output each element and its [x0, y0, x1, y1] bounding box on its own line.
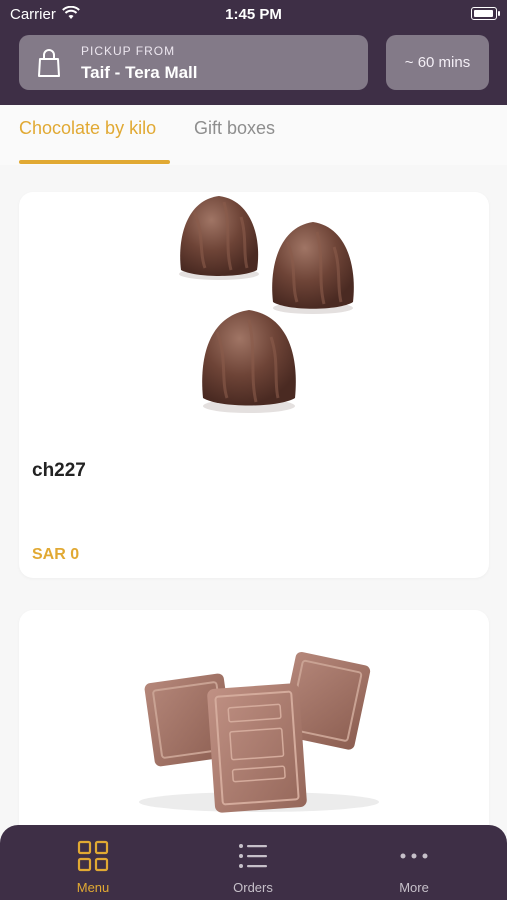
- grid-icon: [77, 840, 109, 872]
- pickup-location-button[interactable]: PICKUP FROM Taif - Tera Mall: [19, 35, 368, 90]
- tab-menu-label: Menu: [76, 880, 110, 895]
- eta-label: ~ 60 mins: [404, 54, 471, 71]
- more-icon: [400, 853, 428, 859]
- chocolate-truffles-image: [179, 196, 354, 413]
- category-tabs: Chocolate by kilo Gift boxes: [0, 105, 507, 165]
- shopping-bag-icon: [38, 49, 60, 77]
- tab-orders[interactable]: Orders: [193, 825, 313, 900]
- status-bar: Carrier 1:45 PM: [0, 0, 507, 28]
- tab-menu[interactable]: Menu: [33, 825, 153, 900]
- tab-chocolate-by-kilo[interactable]: Chocolate by kilo: [19, 118, 156, 139]
- bottom-tab-bar: Menu Orders More: [0, 825, 507, 900]
- header: Carrier 1:45 PM PICKUP FROM Taif - Tera …: [0, 0, 507, 105]
- tab-orders-label: Orders: [233, 880, 273, 895]
- chocolate-gold-bars-image: [139, 651, 379, 813]
- app-screen: Carrier 1:45 PM PICKUP FROM Taif - Tera …: [0, 0, 507, 900]
- eta-button[interactable]: ~ 60 mins: [386, 35, 489, 90]
- clock: 1:45 PM: [225, 6, 282, 23]
- tab-gift-boxes[interactable]: Gift boxes: [194, 118, 275, 139]
- product-card[interactable]: ch227 SAR 0: [19, 192, 489, 578]
- pickup-label: PICKUP FROM: [81, 44, 176, 58]
- tab-more-label: More: [399, 880, 429, 895]
- battery-level: [473, 9, 493, 17]
- tab-more[interactable]: More: [354, 825, 474, 900]
- product-name: ch227: [32, 460, 86, 481]
- store-name: Taif - Tera Mall: [81, 63, 198, 82]
- list-icon: [239, 844, 267, 868]
- active-tab-indicator: [19, 160, 170, 164]
- battery-icon: [471, 7, 500, 20]
- product-price: SAR 0: [32, 546, 80, 563]
